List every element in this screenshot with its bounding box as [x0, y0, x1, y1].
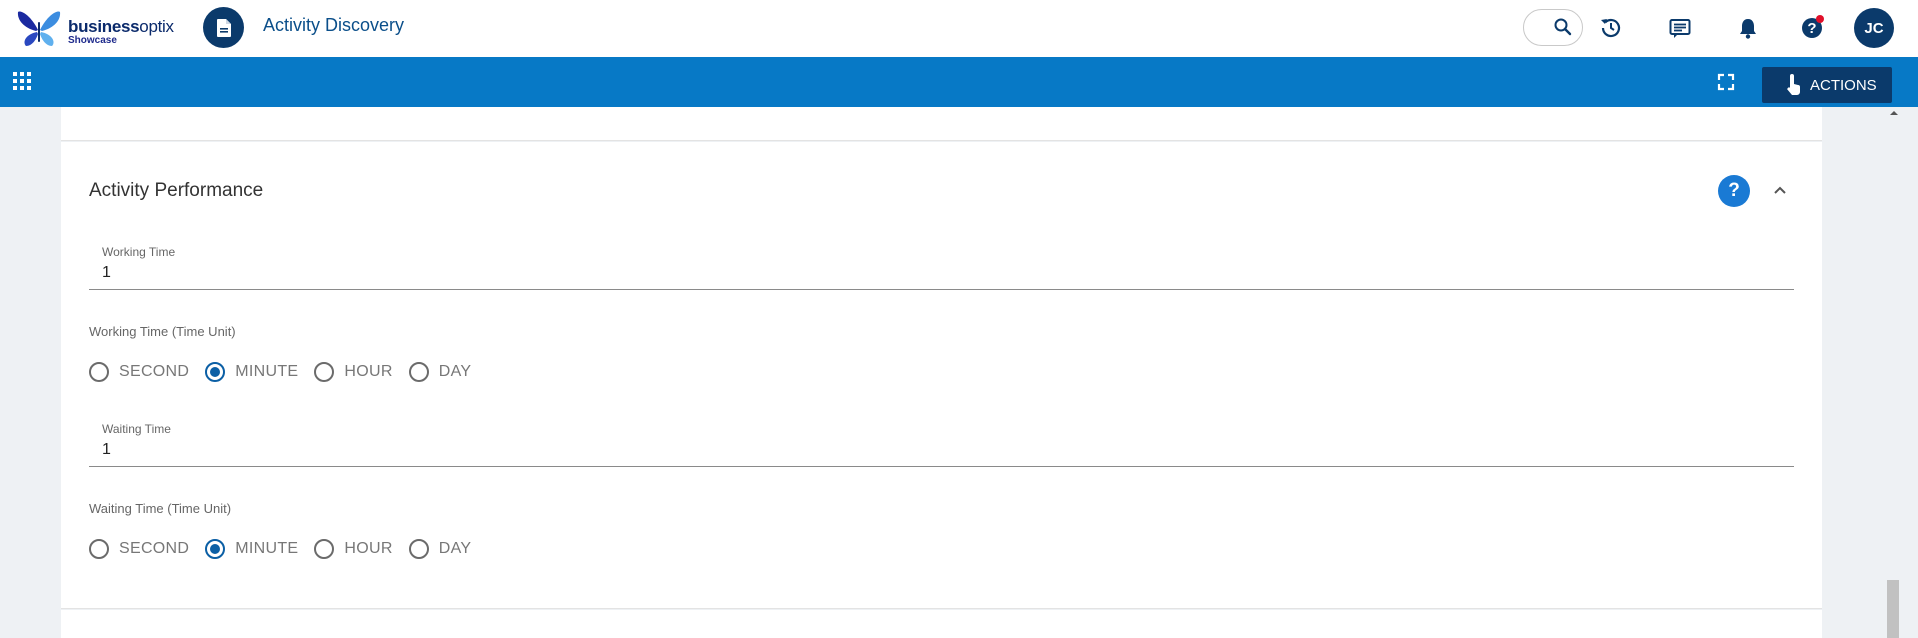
waiting-time-label: Waiting Time — [102, 422, 171, 436]
comments-icon — [1669, 19, 1691, 38]
apps-grid-icon[interactable] — [11, 70, 33, 92]
section-title: Activity Performance — [89, 180, 264, 201]
next-section-card — [61, 610, 1822, 638]
touch-icon — [1787, 74, 1800, 95]
activity-performance-card: Activity Performance ? Working Time 1 Wo… — [61, 142, 1822, 609]
help-button[interactable]: ? — [1797, 13, 1827, 43]
waiting-unit-second-radio[interactable]: SECOND — [89, 539, 189, 559]
businessoptix-logo[interactable]: businessoptix Showcase — [16, 8, 182, 48]
working-unit-minute-radio[interactable]: MINUTE — [205, 362, 298, 382]
radio-circle-icon — [89, 539, 109, 559]
working-unit-day-radio[interactable]: DAY — [408, 362, 472, 382]
waiting-time-value[interactable]: 1 — [102, 441, 111, 459]
chevron-up-icon[interactable] — [1772, 182, 1788, 198]
radio-checked-icon — [205, 362, 226, 382]
waiting-time-unit-label: Waiting Time (Time Unit) — [89, 501, 232, 516]
fullscreen-icon[interactable] — [1715, 71, 1737, 93]
waiting-time-field[interactable]: Waiting Time 1 — [89, 417, 1794, 467]
scroll-up-arrow-icon[interactable] — [1889, 108, 1899, 118]
waiting-time-unit-radio-group: SECOND MINUTE HOUR DAY — [89, 537, 487, 561]
app-title: Activity Discovery — [263, 15, 405, 35]
working-time-label: Working Time — [102, 245, 176, 259]
app-header: businessoptix Showcase Activity Discover… — [0, 0, 1918, 57]
radio-circle-icon — [314, 362, 335, 382]
working-time-value[interactable]: 1 — [102, 264, 111, 282]
notification-dot — [1816, 15, 1824, 23]
radio-circle-icon — [408, 539, 429, 559]
search-button[interactable] — [1523, 9, 1583, 46]
waiting-unit-hour-radio[interactable]: HOUR — [314, 539, 392, 559]
radio-checked-icon — [205, 539, 226, 559]
scrollbar-thumb[interactable] — [1887, 580, 1899, 638]
previous-section-card — [61, 107, 1822, 141]
brand-name: businessoptix — [68, 17, 174, 36]
document-icon[interactable] — [203, 7, 244, 48]
history-icon — [1601, 18, 1621, 38]
actions-label: ACTIONS — [1810, 76, 1877, 94]
working-time-field[interactable]: Working Time 1 — [89, 240, 1794, 290]
working-time-unit-label: Working Time (Time Unit) — [89, 324, 236, 339]
svg-text:?: ? — [1807, 20, 1816, 37]
waiting-unit-minute-radio[interactable]: MINUTE — [205, 539, 298, 559]
section-help-button[interactable]: ? — [1718, 175, 1750, 207]
history-button[interactable] — [1596, 13, 1626, 43]
radio-circle-icon — [89, 362, 109, 382]
working-time-unit-radio-group: SECOND MINUTE HOUR DAY — [89, 360, 487, 384]
working-unit-second-radio[interactable]: SECOND — [89, 362, 189, 382]
bell-icon — [1740, 19, 1756, 39]
search-icon — [1554, 18, 1572, 36]
working-unit-hour-radio[interactable]: HOUR — [314, 362, 392, 382]
comments-button[interactable] — [1665, 13, 1695, 43]
actions-button[interactable]: ACTIONS — [1762, 67, 1892, 103]
notifications-button[interactable] — [1733, 13, 1763, 43]
radio-circle-icon — [408, 362, 429, 382]
brand-subtitle: Showcase — [68, 35, 117, 46]
user-avatar[interactable]: JC — [1854, 8, 1894, 48]
radio-circle-icon — [314, 539, 335, 559]
butterfly-logo-icon — [17, 11, 61, 46]
toolbar: ACTIONS — [0, 57, 1918, 107]
waiting-unit-day-radio[interactable]: DAY — [408, 539, 472, 559]
